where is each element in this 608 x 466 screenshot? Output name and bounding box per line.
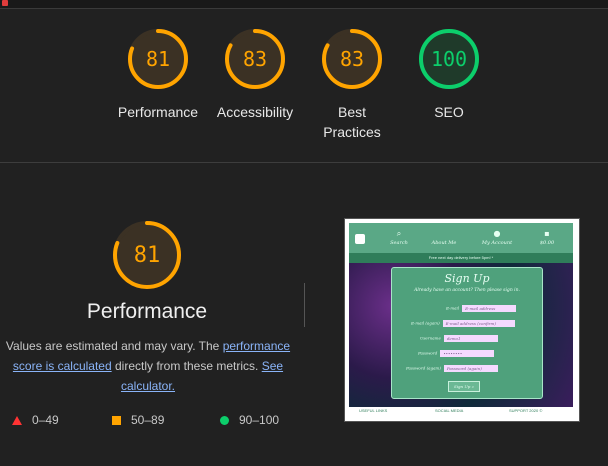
form-row: Password •••••••• [418, 350, 495, 357]
description-text-2: directly from these metrics. [114, 359, 259, 373]
report-tab-icon[interactable] [2, 0, 8, 6]
form-row: E-mail E-mail address [446, 305, 517, 312]
accessibility-label[interactable]: Accessibility [205, 102, 305, 122]
vertical-divider [304, 283, 305, 327]
legend-fail: 0–49 [12, 413, 59, 427]
site-body: Sign Up Already have an account? Then pl… [349, 263, 573, 407]
signup-subtitle: Already have an account? Then please sig… [414, 288, 520, 293]
search-icon: ⌕ [396, 229, 402, 238]
legend-range: 90–100 [239, 413, 280, 427]
description-text: Values are estimated and may vary. The [5, 339, 220, 353]
best-practices-label[interactable]: Best Practices [322, 102, 382, 142]
site-banner: Free next day delivery before 5pm! * [349, 253, 573, 263]
legend-range: 0–49 [32, 413, 59, 427]
top-bar [0, 0, 608, 9]
accessibility-gauge[interactable]: 83 [224, 28, 286, 90]
signup-form: Sign Up Already have an account? Then pl… [391, 267, 543, 399]
performance-detail-gauge: 81 [111, 219, 183, 291]
site-logo-icon [355, 234, 365, 244]
seo-label[interactable]: SEO [399, 102, 499, 122]
nav-search: ⌕ Search [387, 229, 411, 246]
performance-description: Values are estimated and may vary. The p… [5, 336, 291, 396]
form-row: Password (again) Password (again) [406, 365, 498, 372]
performance-score: 81 [145, 47, 171, 71]
nav-account: ● My Account [479, 229, 515, 246]
nav-about: About Me [429, 229, 459, 246]
legend-pass: 90–100 [220, 413, 279, 427]
form-row: Username demo1 [420, 335, 498, 342]
final-screenshot[interactable]: ⌕ Search About Me ● My Account ▪ $0.00 Free… [344, 218, 580, 422]
section-divider [0, 162, 608, 163]
performance-label[interactable]: Performance [108, 102, 208, 122]
legend-average: 50–89 [112, 413, 164, 427]
cart-icon: ▪ [544, 229, 550, 238]
blank-icon [429, 229, 459, 238]
average-square-icon [112, 415, 121, 425]
performance-title: Performance [86, 300, 208, 323]
performance-gauge[interactable]: 81 [127, 28, 189, 90]
site-nav: ⌕ Search About Me ● My Account ▪ $0.00 [349, 223, 573, 253]
fail-triangle-icon [12, 415, 22, 425]
nav-cart: ▪ $0.00 [535, 229, 559, 246]
accessibility-score: 83 [242, 47, 268, 71]
site-footer: USEFUL LINKS SOCIAL MEDIA SUPPORT 2020 © [349, 407, 573, 415]
best-practices-gauge[interactable]: 83 [321, 28, 383, 90]
pass-circle-icon [220, 415, 229, 425]
signup-button: Sign Up » [448, 381, 480, 392]
seo-gauge[interactable]: 100 [418, 28, 480, 90]
seo-score: 100 [430, 47, 468, 71]
best-practices-score: 83 [339, 47, 365, 71]
legend-range: 50–89 [131, 413, 165, 427]
performance-detail-score: 81 [133, 242, 161, 268]
signup-title: Sign Up [444, 272, 490, 285]
form-row: E-mail (again) E-mail address (confirm) [411, 320, 515, 327]
user-icon: ● [493, 229, 501, 238]
